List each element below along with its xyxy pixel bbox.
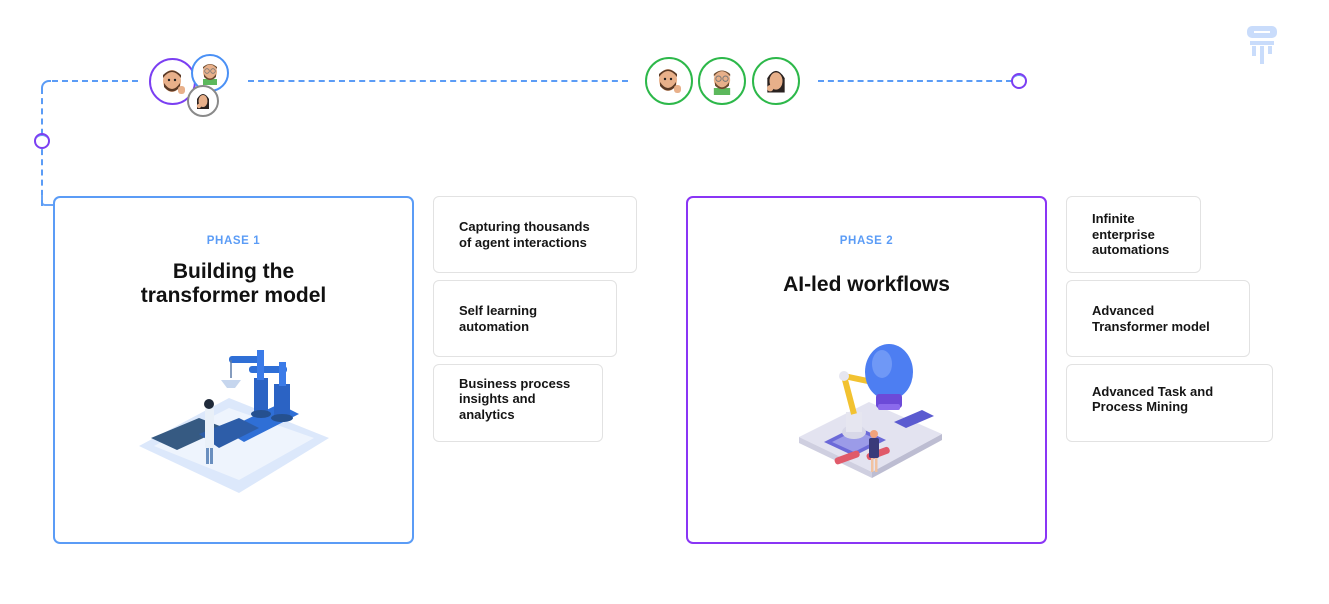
timeline-connector-segment-3 — [818, 80, 1012, 82]
phase-1-feature-card: Business process insights and analytics — [433, 364, 603, 442]
phase-1-label: PHASE 1 — [206, 235, 261, 247]
memoji-man-glasses-icon — [713, 70, 731, 95]
feature-text-line: of agent interactions — [459, 234, 587, 250]
robotic-arms-lab-illustration — [139, 350, 329, 493]
timeline-connector-segment-1 — [52, 80, 138, 82]
feature-text-line: Process Mining — [1092, 399, 1189, 414]
feature-text-line: Self learning — [459, 303, 538, 318]
memoji-woman-icon — [767, 70, 785, 93]
phase-1-title-line-2: transformer model — [140, 284, 327, 307]
avatar-man-glasses — [698, 57, 746, 105]
brand-logo-icon — [1246, 22, 1278, 64]
avatar-woman-thinking — [187, 85, 219, 117]
avatar-woman-thinking — [752, 57, 800, 105]
timeline-connector-corner — [41, 80, 51, 90]
phase-2-title: AI-led workflows — [783, 273, 950, 296]
phase-1-feature-card: Capturing thousands of agent interaction… — [433, 196, 637, 273]
memoji-bearded-man-icon — [659, 69, 681, 93]
timeline-node-end — [1011, 73, 1027, 89]
phase-2-label: PHASE 2 — [839, 235, 894, 247]
avatar-bearded-man-thumbs-up — [645, 57, 693, 105]
phase-1-feature-card: Self learning automation — [433, 280, 617, 357]
feature-text-line: automation — [459, 318, 530, 334]
feature-text-line: enterprise — [1092, 226, 1155, 242]
memoji-woman-icon — [196, 94, 209, 109]
phase-2-card: PHASE 2 AI-led workflows — [686, 196, 1047, 544]
feature-text-line: Capturing thousands — [459, 219, 590, 234]
feature-text-line: insights and — [459, 391, 536, 407]
feature-text-line: Infinite — [1092, 211, 1135, 227]
phase-2-feature-card: Advanced Transformer model — [1066, 280, 1250, 357]
memoji-bearded-man-icon — [162, 69, 185, 94]
phase-1-title-line-1: Building the — [172, 260, 295, 283]
phase-1-card: PHASE 1 Building the transformer model — [53, 196, 414, 544]
feature-text-line: Transformer model — [1092, 318, 1210, 334]
timeline-node-start — [34, 133, 50, 149]
phase-2-feature-card: Advanced Task and Process Mining — [1066, 364, 1273, 442]
phase-2-feature-card: Infinite enterprise automations — [1066, 196, 1201, 273]
memoji-man-glasses-icon — [203, 64, 217, 85]
feature-text-line: Advanced Task and — [1092, 383, 1214, 399]
feature-text-line: analytics — [459, 406, 515, 422]
lightbulb-chip-illustration — [799, 344, 942, 478]
timeline-connector-card-hook — [41, 196, 53, 206]
feature-text-line: Business process — [459, 375, 571, 391]
timeline-connector-segment-2 — [248, 80, 628, 82]
feature-text-line: Advanced — [1092, 303, 1155, 318]
feature-text-line: automations — [1092, 242, 1170, 258]
